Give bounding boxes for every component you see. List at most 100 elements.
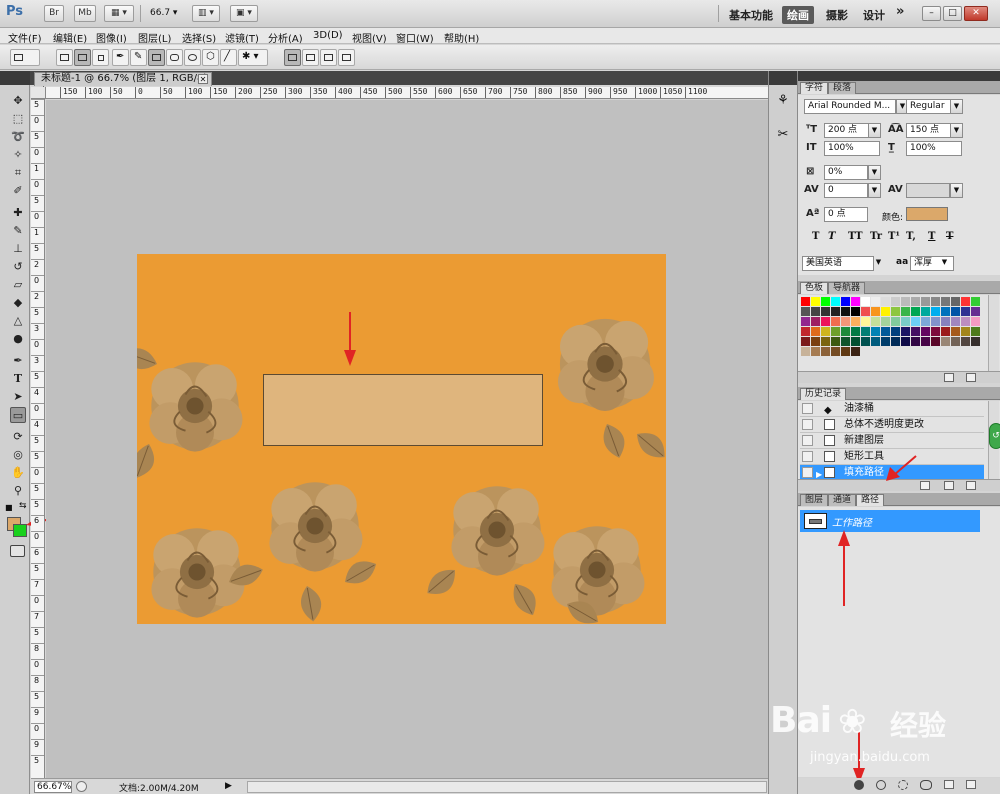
color-swatch[interactable] [961,337,970,346]
color-swatch[interactable] [921,297,930,306]
ruler-origin[interactable] [31,87,46,99]
leading-dropdown-icon[interactable]: ▼ [950,123,963,138]
color-swatch[interactable] [861,317,870,326]
color-swatch[interactable] [831,347,840,356]
type-tool-icon[interactable]: T [10,371,26,387]
color-swatch[interactable] [931,337,940,346]
side-widget-icon[interactable]: ↺ [989,423,1000,449]
history-item[interactable]: 总体不透明度更改 [800,417,984,433]
color-swatch[interactable] [901,297,910,306]
color-swatch[interactable] [911,307,920,316]
color-swatch[interactable] [911,327,920,336]
stroke-path-icon[interactable] [876,780,886,790]
new-snapshot-icon[interactable] [944,481,954,490]
color-swatch[interactable] [961,307,970,316]
crop-tool-icon[interactable]: ⌗ [10,165,26,181]
path-item-work-path[interactable]: 工作路径 [800,510,980,532]
color-swatch[interactable] [851,317,860,326]
history-item[interactable]: ◆ 油漆桶 [800,401,984,417]
close-button[interactable]: ✕ [964,6,988,21]
3d-rotate-tool-icon[interactable]: ⟳ [10,429,26,445]
rectangle-tool-icon[interactable]: ▭ [10,407,26,423]
color-swatch[interactable] [841,347,850,356]
subtract-shape-button[interactable] [320,49,337,66]
tab-paths[interactable]: 路径 [856,494,885,506]
color-swatch[interactable] [831,307,840,316]
color-swatch[interactable] [871,337,880,346]
color-swatch[interactable] [961,317,970,326]
antialias-dropdown-icon[interactable]: ▼ [938,256,951,271]
tool-preset-picker[interactable] [10,49,40,66]
workspace-essentials[interactable]: 基本功能 [729,7,773,23]
color-swatch[interactable] [901,327,910,336]
underline-button[interactable]: T [928,231,935,242]
color-swatch[interactable] [881,327,890,336]
color-swatch[interactable] [801,297,810,306]
color-swatch[interactable] [871,297,880,306]
move-tool-icon[interactable]: ✥ [10,93,26,109]
color-swatch[interactable] [881,337,890,346]
color-swatch[interactable] [951,297,960,306]
color-swatch[interactable] [971,327,980,336]
font-family-select[interactable]: Arial Rounded M... [804,99,896,114]
dodge-tool-icon[interactable]: ● [10,331,26,347]
eyedropper-tool-icon[interactable]: ✐ [10,183,26,199]
view-extras-button[interactable]: ▦ ▾ [104,5,134,22]
bridge-button[interactable]: Br [44,5,64,22]
delete-swatch-icon[interactable] [966,373,976,382]
brush-tool-icon[interactable]: ✎ [10,223,26,239]
color-swatch[interactable] [801,317,810,326]
menu-select[interactable]: 选择(S) [182,30,216,45]
history-checkbox[interactable] [802,451,813,462]
tab-channels[interactable]: 通道 [828,494,857,506]
default-colors-icon[interactable]: ■ [5,503,13,512]
ellipse-option[interactable] [184,49,201,66]
freeform-pen-option[interactable]: ✎ [130,49,147,66]
toolbox-header[interactable] [0,71,30,85]
tab-swatches[interactable]: 色板 [800,282,829,294]
color-swatch[interactable] [811,297,820,306]
leading-field[interactable]: 150 点 [906,123,954,138]
document-tab[interactable]: 未标题-1 @ 66.7% (图层 1, RGB/8) * ✕ [34,72,212,96]
font-size-dropdown-icon[interactable]: ▼ [868,123,881,138]
color-swatch[interactable] [941,297,950,306]
polygon-option[interactable]: ⬡ [202,49,219,66]
color-swatch[interactable] [861,297,870,306]
color-swatch[interactable] [821,307,830,316]
color-swatch[interactable] [891,307,900,316]
color-swatch[interactable] [851,297,860,306]
new-swatch-icon[interactable] [944,373,954,382]
menu-analysis[interactable]: 分析(A) [268,30,303,45]
vertical-scale-field[interactable]: 100% [824,141,880,156]
language-dropdown-icon[interactable]: ▼ [872,256,885,271]
color-swatch[interactable] [951,317,960,326]
color-swatch[interactable] [821,337,830,346]
menu-filter[interactable]: 滤镜(T) [225,30,259,45]
fill-path-icon[interactable] [854,780,864,790]
custom-shape-option[interactable]: ✱ ▾ [238,49,268,66]
hand-tool-icon[interactable]: ✋ [10,465,26,481]
panel-column-header[interactable] [769,71,797,85]
color-swatch[interactable] [881,297,890,306]
color-swatch[interactable] [921,337,930,346]
color-swatch[interactable] [811,347,820,356]
tab-paragraph[interactable]: 段落 [828,82,857,94]
color-swatch[interactable] [821,327,830,336]
swatch-grid[interactable] [801,297,980,356]
rounded-rectangle-option[interactable] [166,49,183,66]
color-swatch[interactable] [851,337,860,346]
workspace-photography[interactable]: 摄影 [826,7,848,23]
color-swatch[interactable] [971,317,980,326]
status-menu-arrow-icon[interactable]: ▶ [225,781,232,791]
color-swatch[interactable] [831,317,840,326]
workspace-design[interactable]: 设计 [863,7,885,23]
swatches-scrollbar[interactable] [988,295,999,371]
color-swatch[interactable] [831,297,840,306]
history-checkbox[interactable] [802,403,813,414]
color-swatch[interactable] [851,307,860,316]
3d-orbit-tool-icon[interactable]: ◎ [10,447,26,463]
color-swatch[interactable] [901,337,910,346]
minibridge-button[interactable]: Mb [74,5,96,22]
color-swatch[interactable] [891,337,900,346]
color-swatch[interactable] [801,337,810,346]
